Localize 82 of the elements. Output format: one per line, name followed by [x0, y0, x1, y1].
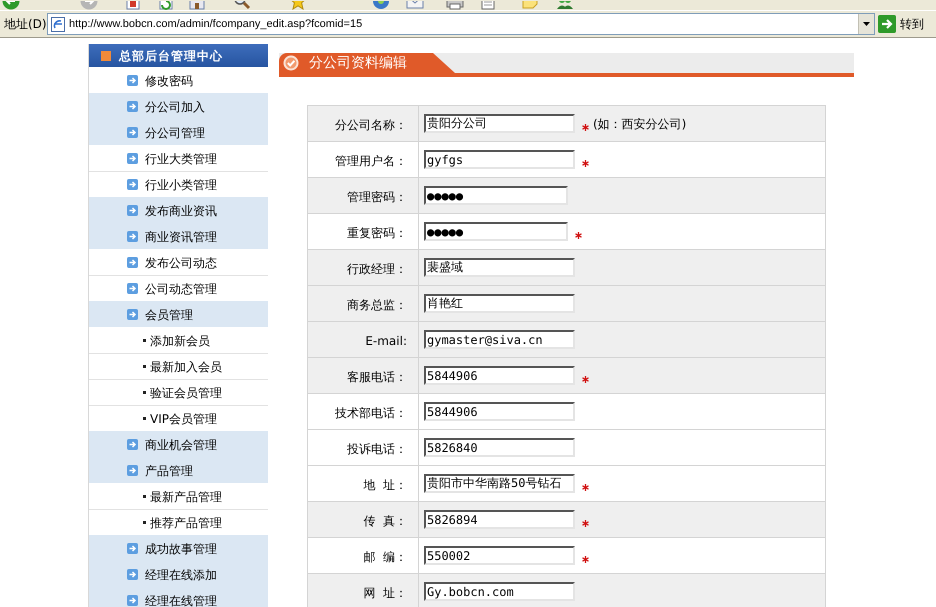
sidebar-link[interactable]: 经理在线管理 [89, 587, 268, 607]
sidebar-link[interactable]: 产品管理 [89, 457, 268, 483]
text-field[interactable]: 550002 [424, 546, 575, 565]
text-field[interactable]: 贵阳市中华南路50号钻石 [424, 474, 575, 493]
caret-icon [863, 22, 870, 26]
sidebar-title: 总部后台管理中心 [119, 48, 223, 64]
field-label: 分公司名称： [335, 118, 407, 132]
text-field[interactable]: 肖艳红 [424, 294, 575, 313]
address-label: 地址(D) [4, 18, 47, 30]
mail-icon[interactable] [406, 1, 424, 10]
hint-text: (如：西安分公司) [593, 116, 686, 132]
arrow-right-icon [127, 283, 138, 294]
field-label: 行政经理： [347, 262, 407, 276]
bullet-icon [143, 339, 146, 342]
field-label: 邮 编： [363, 550, 407, 564]
bullet-icon [143, 521, 146, 524]
bullet-icon [143, 495, 146, 498]
text-field[interactable]: Gy.bobcn.com [424, 582, 575, 601]
password-field[interactable]: ●●●●● [424, 186, 568, 205]
sidebar-link[interactable]: 发布商业资讯 [89, 197, 268, 223]
text-field[interactable]: 贵阳分公司 [424, 114, 575, 133]
address-field[interactable]: http://www.bobcn.com/admin/fcompany_edit.asp?fcomid=15 [47, 13, 875, 35]
people-icon[interactable] [556, 1, 574, 10]
check-circle-icon [283, 55, 299, 71]
arrow-right-icon [127, 309, 138, 320]
text-field[interactable]: 5844906 [424, 366, 575, 385]
section-title: 分公司资料编辑 [309, 54, 407, 72]
go-button[interactable]: 转到 [878, 13, 924, 35]
field-label: E-mail: [365, 334, 407, 348]
arrow-right-icon [127, 153, 138, 164]
arrow-right-icon [878, 15, 896, 33]
bullet-icon [143, 417, 146, 420]
document-icon[interactable] [479, 1, 497, 10]
sidebar-link[interactable]: 经理在线添加 [89, 561, 268, 587]
text-field[interactable]: 5826840 [424, 438, 575, 457]
text-field[interactable]: gyfgs [424, 150, 575, 169]
square-icon [101, 50, 111, 60]
sidebar-link[interactable]: 会员管理 [89, 301, 268, 327]
arrow-right-icon [127, 569, 138, 580]
sidebar-link[interactable]: 商业机会管理 [89, 431, 268, 457]
sidebar-link[interactable]: 成功故事管理 [89, 535, 268, 561]
field-label: 管理用户名： [335, 154, 407, 168]
search-icon[interactable] [233, 1, 251, 10]
dropdown-button[interactable] [858, 14, 874, 34]
text-field[interactable]: 5844906 [424, 402, 575, 421]
arrow-right-icon [127, 595, 138, 606]
text-field[interactable]: 裴盛域 [424, 258, 575, 277]
arrow-right-icon [127, 205, 138, 216]
arrow-right-icon [127, 465, 138, 476]
arrow-right-icon [127, 179, 138, 190]
text-field[interactable]: 5826894 [424, 510, 575, 529]
arrow-right-icon [127, 101, 138, 112]
star-icon[interactable] [289, 1, 307, 10]
media-icon[interactable] [372, 1, 390, 10]
field-label: 商务总监： [347, 298, 407, 312]
home-icon[interactable] [188, 1, 206, 10]
arrow-right-icon [127, 257, 138, 268]
arrow-right-icon [127, 439, 138, 450]
field-label: 客服电话： [347, 370, 407, 384]
sidebar-link[interactable]: 商业资讯管理 [89, 223, 268, 249]
arrow-right-icon [127, 75, 138, 86]
field-label: 地 址： [363, 478, 407, 492]
bullet-icon [143, 391, 146, 394]
text-field[interactable]: gymaster@siva.cn [424, 330, 575, 349]
field-label: 投诉电话： [347, 442, 407, 456]
printer-icon[interactable] [446, 1, 464, 10]
arrow-right-icon [127, 127, 138, 138]
field-label: 传 真： [363, 514, 407, 528]
field-label: 技术部电话： [335, 406, 407, 420]
bullet-icon [143, 365, 146, 368]
arrow-right-icon [127, 543, 138, 554]
sidebar-link[interactable]: 分公司管理 [89, 119, 268, 145]
back-arrow-icon[interactable] [2, 1, 20, 10]
page-icon [51, 16, 65, 32]
field-label: 重复密码： [347, 226, 407, 240]
arrow-right-icon [127, 231, 138, 242]
field-label: 网 址： [363, 586, 407, 600]
refresh-icon[interactable] [157, 1, 175, 10]
field-label: 管理密码： [347, 190, 407, 204]
page-icon[interactable] [124, 1, 142, 10]
password-field[interactable]: ●●●●● [424, 222, 568, 241]
sidebar-link[interactable]: 分公司加入 [89, 93, 268, 119]
